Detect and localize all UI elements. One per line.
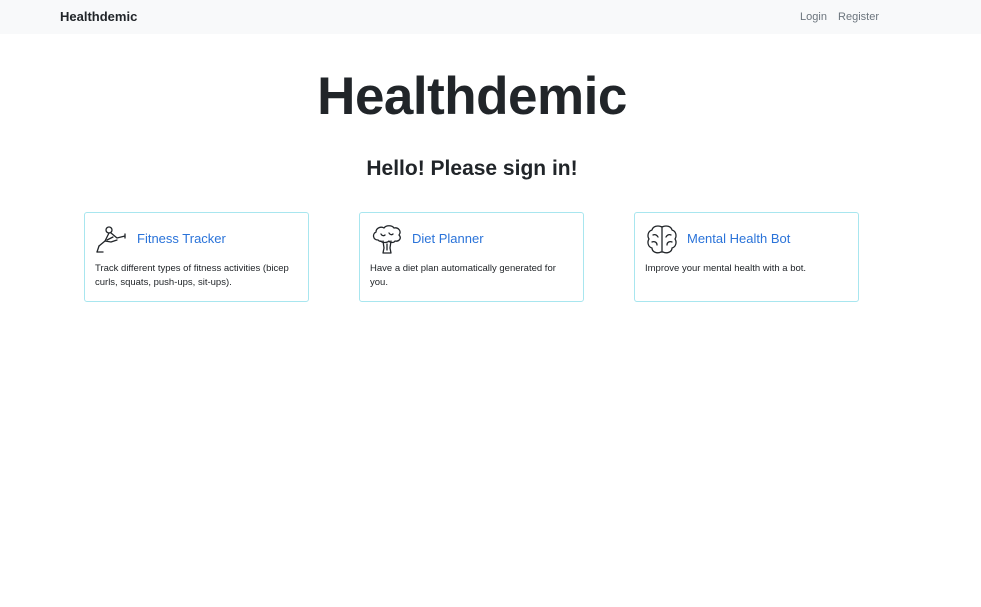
broccoli-icon	[370, 224, 404, 256]
page-title: Healthdemic	[317, 67, 627, 126]
card-description: Improve your mental health with a bot.	[645, 263, 807, 274]
card-description: Have a diet plan automatically generated…	[370, 263, 556, 288]
register-link[interactable]: Register	[838, 11, 879, 23]
nav-links: Login Register	[792, 11, 879, 23]
sign-in-prompt: Hello! Please sign in!	[366, 157, 578, 180]
fitness-icon	[95, 224, 129, 256]
card-fitness-tracker[interactable]: Fitness Tracker Track different types of…	[84, 212, 309, 302]
login-link[interactable]: Login	[800, 11, 827, 23]
card-description: Track different types of fitness activit…	[95, 263, 289, 288]
fitness-tracker-link[interactable]: Fitness Tracker	[137, 231, 226, 246]
navbar-brand[interactable]: Healthdemic	[60, 9, 137, 24]
mental-health-bot-link[interactable]: Mental Health Bot	[687, 231, 790, 246]
card-diet-planner[interactable]: Diet Planner Have a diet plan automatica…	[359, 212, 584, 302]
brain-icon	[645, 224, 679, 256]
navbar: Healthdemic Login Register	[0, 0, 981, 34]
card-mental-health-bot[interactable]: Mental Health Bot Improve your mental he…	[634, 212, 859, 302]
diet-planner-link[interactable]: Diet Planner	[412, 231, 484, 246]
